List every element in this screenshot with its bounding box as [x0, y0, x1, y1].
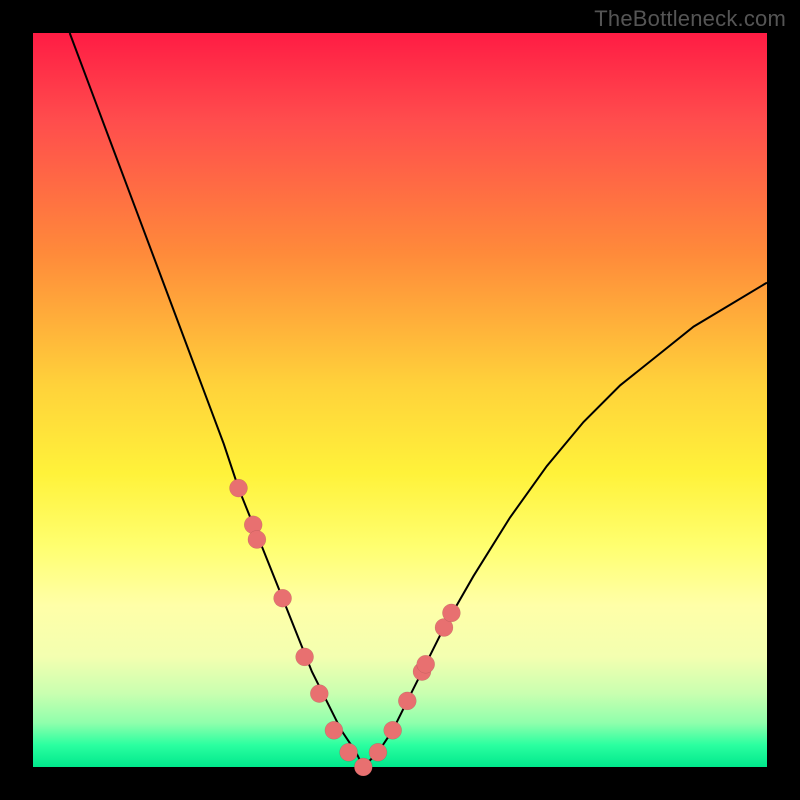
chart-frame: TheBottleneck.com: [0, 0, 800, 800]
data-point: [340, 743, 358, 761]
data-point: [296, 648, 314, 666]
data-point: [417, 655, 435, 673]
data-point: [369, 743, 387, 761]
data-point: [230, 479, 248, 497]
plot-area: [33, 33, 767, 767]
data-point: [354, 758, 372, 776]
chart-svg: [33, 33, 767, 767]
left-curve: [70, 33, 364, 767]
data-point: [310, 685, 328, 703]
watermark-text: TheBottleneck.com: [594, 6, 786, 32]
data-point: [398, 692, 416, 710]
right-curve: [363, 283, 767, 767]
data-point: [248, 531, 266, 549]
data-point: [442, 604, 460, 622]
data-point: [384, 721, 402, 739]
data-point: [325, 721, 343, 739]
data-point: [274, 589, 292, 607]
data-points: [230, 479, 461, 776]
